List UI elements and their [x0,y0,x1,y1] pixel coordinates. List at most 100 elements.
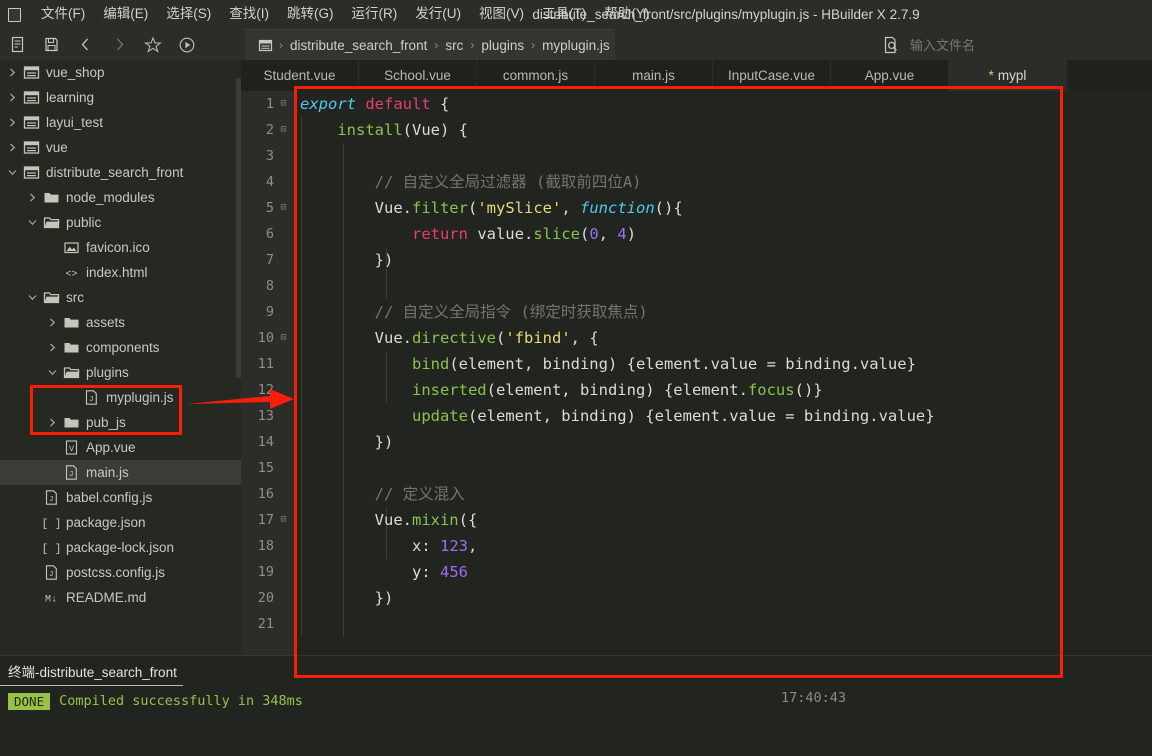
code-line[interactable]: y: 456 [294,559,1152,585]
chevron-right-icon[interactable] [44,310,60,335]
search-input[interactable]: 输入文件名 [910,35,975,54]
tree-item-package-json[interactable]: [ ] package.json [0,510,241,535]
chevron-right-icon[interactable] [4,135,20,160]
back-arrow-icon[interactable] [68,29,102,60]
menu-help[interactable]: 帮助(Y) [595,3,658,26]
menu-find[interactable]: 查找(I) [220,3,278,26]
code-line[interactable]: bind(element, binding) {element.value = … [294,351,1152,377]
new-file-icon[interactable] [0,29,34,60]
tree-item-vue-shop[interactable]: vue_shop [0,60,241,85]
editor-tab-inputcase-vue[interactable]: InputCase.vue [713,60,831,91]
menu-view[interactable]: 视图(V) [470,3,533,26]
editor-tab-student-vue[interactable]: Student.vue [241,60,359,91]
menu-select[interactable]: 选择(S) [157,3,220,26]
fold-marker[interactable]: ⊟ [277,117,290,143]
chevron-right-icon[interactable] [4,110,20,135]
chevron-right-icon[interactable] [4,85,20,110]
code-line[interactable]: return value.slice(0, 4) [294,221,1152,247]
tree-item-main-js[interactable]: Jmain.js [0,460,241,485]
tree-item-myplugin-js[interactable]: Jmyplugin.js [0,385,241,410]
tree-item-readme-md[interactable]: M↓ README.md [0,585,241,610]
forward-arrow-icon[interactable] [102,29,136,60]
code-line[interactable] [294,611,1152,637]
tree-item-favicon-ico[interactable]: favicon.ico [0,235,241,260]
chevron-right-icon[interactable] [44,410,60,435]
tree-item-app-vue[interactable]: V App.vue [0,435,241,460]
fold-marker[interactable]: ⊟ [277,325,290,351]
tree-item-package-lock-json[interactable]: [ ] package-lock.json [0,535,241,560]
code-line[interactable]: x: 123, [294,533,1152,559]
editor-tab-common-js[interactable]: common.js [477,60,595,91]
star-icon[interactable] [136,29,170,60]
breadcrumb-item-myplugin-js[interactable]: myplugin.js [537,37,615,54]
save-icon[interactable] [34,29,68,60]
breadcrumb-item-plugins[interactable]: plugins [476,37,529,54]
menu-tools[interactable]: 工具(T) [533,3,595,26]
line-number: 11 [241,351,294,377]
menu-file[interactable]: 文件(F) [32,3,94,26]
menu-run[interactable]: 运行(R) [343,3,407,26]
tree-item-vue[interactable]: vue [0,135,241,160]
tree-item-components[interactable]: components [0,335,241,360]
chevron-right-icon[interactable] [44,335,60,360]
editor-tab-school-vue[interactable]: School.vue [359,60,477,91]
breadcrumb-item-distribute-search-front[interactable]: distribute_search_front [285,37,432,54]
tree-item-label: favicon.ico [86,240,150,255]
tree-item-public[interactable]: public [0,210,241,235]
editor-tab-mypl[interactable]: * mypl [949,60,1067,91]
code-line[interactable]: Vue.filter('mySlice', function(){ [294,195,1152,221]
filename-search[interactable]: 输入文件名 [882,29,1152,60]
chevron-right-icon[interactable] [24,185,40,210]
chevron-down-icon[interactable] [44,360,60,385]
tree-item-plugins[interactable]: plugins [0,360,241,385]
code-line[interactable]: Vue.directive('fbind', { [294,325,1152,351]
console-tab-terminal[interactable]: 终端-distribute_search_front [0,661,183,686]
tree-item-distribute-search-front[interactable]: distribute_search_front [0,160,241,185]
code-line[interactable]: Vue.mixin({ [294,507,1152,533]
code-line[interactable]: }) [294,585,1152,611]
code-line[interactable]: inserted(element, binding) {element.focu… [294,377,1152,403]
fold-marker[interactable]: ⊟ [277,507,290,533]
fold-marker[interactable]: ⊟ [277,91,290,117]
svg-text:[ ]: [ ] [43,519,60,531]
code-line[interactable]: // 定义混入 [294,481,1152,507]
code-line[interactable]: update(element, binding) {element.value … [294,403,1152,429]
run-icon[interactable] [170,29,204,60]
code-line[interactable] [294,143,1152,169]
tree-item-pub-js[interactable]: pub_js [0,410,241,435]
tree-item-label: package.json [66,515,146,530]
tree-item-learning[interactable]: learning [0,85,241,110]
code-line[interactable] [294,273,1152,299]
breadcrumb-item-src[interactable]: src [440,37,468,54]
project-tree[interactable]: vue_shop learning layui_test vue distribute_… [0,60,241,655]
menu-edit[interactable]: 编辑(E) [94,3,157,26]
menu-goto[interactable]: 跳转(G) [278,3,343,26]
chevron-down-icon[interactable] [24,285,40,310]
editor-tab-app-vue[interactable]: App.vue [831,60,949,91]
tree-item-assets[interactable]: assets [0,310,241,335]
tree-item-index-html[interactable]: <> index.html [0,260,241,285]
tree-item-src[interactable]: src [0,285,241,310]
tree-item-layui-test[interactable]: layui_test [0,110,241,135]
tree-item-babel-config-js[interactable]: Jbabel.config.js [0,485,241,510]
file-search-icon[interactable] [882,36,900,54]
chevron-down-icon[interactable] [24,210,40,235]
fold-marker[interactable]: ⊟ [277,195,290,221]
chevron-down-icon[interactable] [4,160,20,185]
code-line[interactable]: // 自定义全局指令 (绑定时获取焦点) [294,299,1152,325]
code-editor[interactable]: 1 ⊟ 2 ⊟ 3 4 5 ⊟ 6 7 8 9 10 ⊟ 11 12 13 14 15 16 17 ⊟ 18 19 20 21 e… [241,91,1152,655]
menu-publish[interactable]: 发行(U) [406,3,470,26]
code-line[interactable]: export default { [294,91,1152,117]
code-lines[interactable]: export default { install(Vue) { // 自定义全局… [294,91,1152,655]
code-line[interactable]: install(Vue) { [294,117,1152,143]
code-line[interactable]: // 自定义全局过滤器 (截取前四位A) [294,169,1152,195]
tree-item-node-modules[interactable]: node_modules [0,185,241,210]
editor-tab-main-js[interactable]: main.js [595,60,713,91]
folder-icon[interactable] [253,30,277,61]
code-line[interactable]: }) [294,247,1152,273]
code-line[interactable] [294,455,1152,481]
chevron-right-icon[interactable] [4,60,20,85]
code-line[interactable]: }) [294,429,1152,455]
tree-item-postcss-config-js[interactable]: Jpostcss.config.js [0,560,241,585]
